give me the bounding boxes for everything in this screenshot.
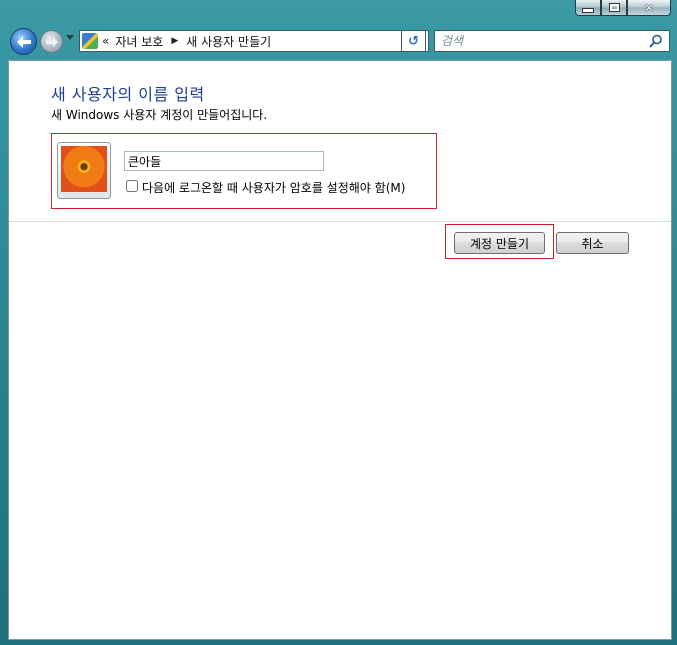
- close-button[interactable]: ✕: [627, 0, 671, 16]
- breadcrumb-overflow[interactable]: «: [102, 34, 109, 48]
- page-title: 새 사용자의 이름 입력: [51, 85, 205, 104]
- content-pane: 새 사용자의 이름 입력 새 Windows 사용자 계정이 만들어집니다. 다…: [8, 60, 672, 640]
- breadcrumb-parental-controls[interactable]: 자녀 보호: [115, 33, 163, 50]
- new-user-panel: 다음에 로그온할 때 사용자가 암호를 설정해야 함(M): [51, 133, 437, 209]
- refresh-icon: ↺: [408, 33, 419, 49]
- refresh-button[interactable]: ↺: [401, 30, 426, 52]
- breadcrumb-separator-icon[interactable]: ▶: [171, 36, 178, 46]
- user-picture: [57, 142, 111, 199]
- cancel-button[interactable]: 취소: [556, 232, 629, 254]
- forward-arrow-icon: [45, 36, 58, 47]
- search-input[interactable]: [441, 33, 641, 49]
- page-subtitle: 새 Windows 사용자 계정이 만들어집니다.: [51, 108, 268, 122]
- minimize-button[interactable]: [575, 0, 601, 16]
- window-controls: ✕: [575, 0, 671, 16]
- address-bar[interactable]: « 자녀 보호 ▶ 새 사용자 만들기: [79, 30, 429, 52]
- recent-pages-dropdown-icon[interactable]: [66, 35, 74, 40]
- forward-button[interactable]: [40, 30, 63, 53]
- require-password-label[interactable]: 다음에 로그온할 때 사용자가 암호를 설정해야 함(M): [142, 179, 405, 196]
- back-arrow-icon: [16, 35, 31, 48]
- window-frame: ✕ « 자녀 보호 ▶ 새 사용자 만들기 ↺ 검색 새 사용자의 이름 입력 …: [0, 0, 677, 645]
- breadcrumb-create-user[interactable]: 새 사용자 만들기: [186, 33, 271, 50]
- back-button[interactable]: [10, 28, 37, 55]
- search-icon[interactable]: [649, 34, 663, 48]
- require-password-checkbox[interactable]: [126, 180, 138, 192]
- username-input[interactable]: [124, 151, 324, 171]
- maximize-button[interactable]: [601, 0, 627, 16]
- maximize-icon: [608, 3, 620, 12]
- close-icon: ✕: [643, 0, 655, 15]
- divider: [9, 221, 671, 222]
- search-box[interactable]: [434, 30, 670, 52]
- minimize-icon: [582, 8, 594, 13]
- flower-picture-icon: [61, 146, 107, 192]
- control-panel-icon: [82, 33, 98, 49]
- navigation-bar: « 자녀 보호 ▶ 새 사용자 만들기 ↺: [8, 26, 670, 56]
- create-account-button[interactable]: 계정 만들기: [454, 232, 545, 254]
